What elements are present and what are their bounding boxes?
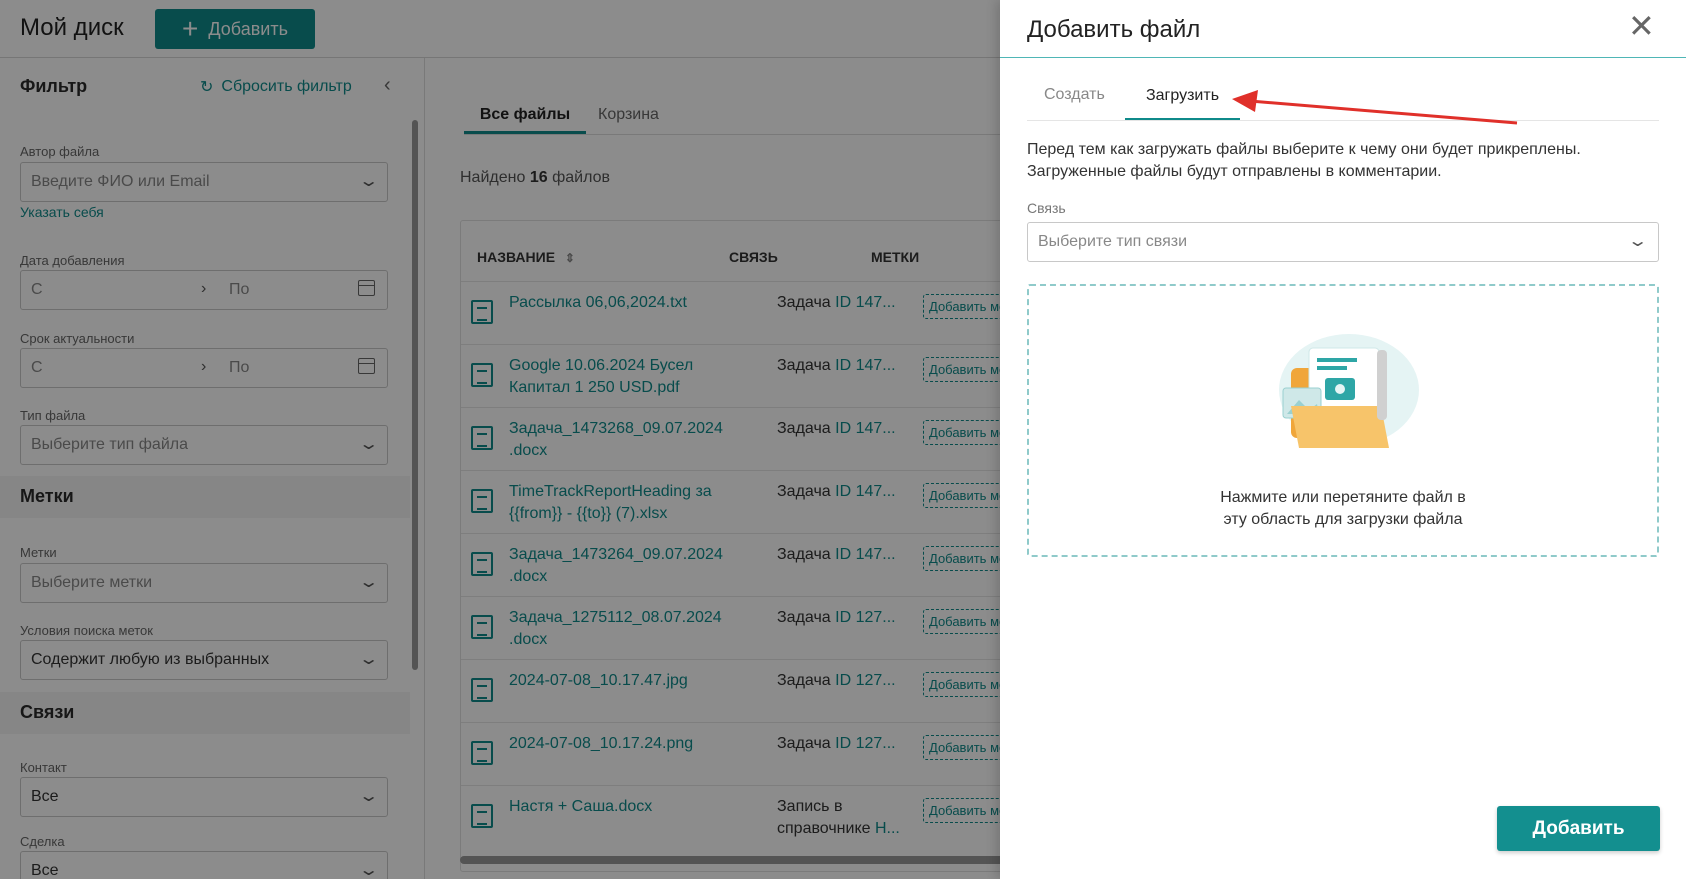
upload-description: Перед тем как загружать файлы выберите к… — [1027, 139, 1657, 183]
relation-type-select[interactable]: Выберите тип связи ⌄ — [1027, 222, 1659, 262]
drawer-title: Добавить файл — [1027, 16, 1201, 43]
tab-upload[interactable]: Загрузить — [1125, 79, 1240, 121]
drawer-tabs-divider — [1027, 120, 1659, 121]
description-line-1: Перед тем как загружать файлы выберите к… — [1027, 141, 1581, 158]
folder-upload-illustration-icon — [1279, 334, 1419, 448]
close-icon[interactable]: ✕ — [1628, 10, 1655, 42]
submit-add-button[interactable]: Добавить — [1497, 806, 1660, 851]
modal-overlay[interactable] — [0, 0, 1000, 879]
relation-label: Связь — [1027, 200, 1066, 216]
relation-placeholder: Выберите тип связи — [1038, 233, 1188, 250]
file-dropzone[interactable]: Нажмите или перетяните файл в эту област… — [1027, 284, 1659, 557]
description-line-2: Загруженные файлы будут отправлены в ком… — [1027, 163, 1442, 180]
dropzone-line-1: Нажмите или перетяните файл в — [1220, 489, 1466, 506]
add-file-drawer: Добавить файл ✕ Создать Загрузить Перед … — [1000, 0, 1686, 879]
drawer-header-divider — [1000, 57, 1686, 58]
dropzone-line-2: эту область для загрузки файла — [1223, 511, 1463, 528]
dropzone-text: Нажмите или перетяните файл в эту област… — [1029, 487, 1657, 531]
chevron-down-icon: ⌄ — [1626, 233, 1649, 250]
tab-create[interactable]: Создать — [1044, 86, 1105, 104]
